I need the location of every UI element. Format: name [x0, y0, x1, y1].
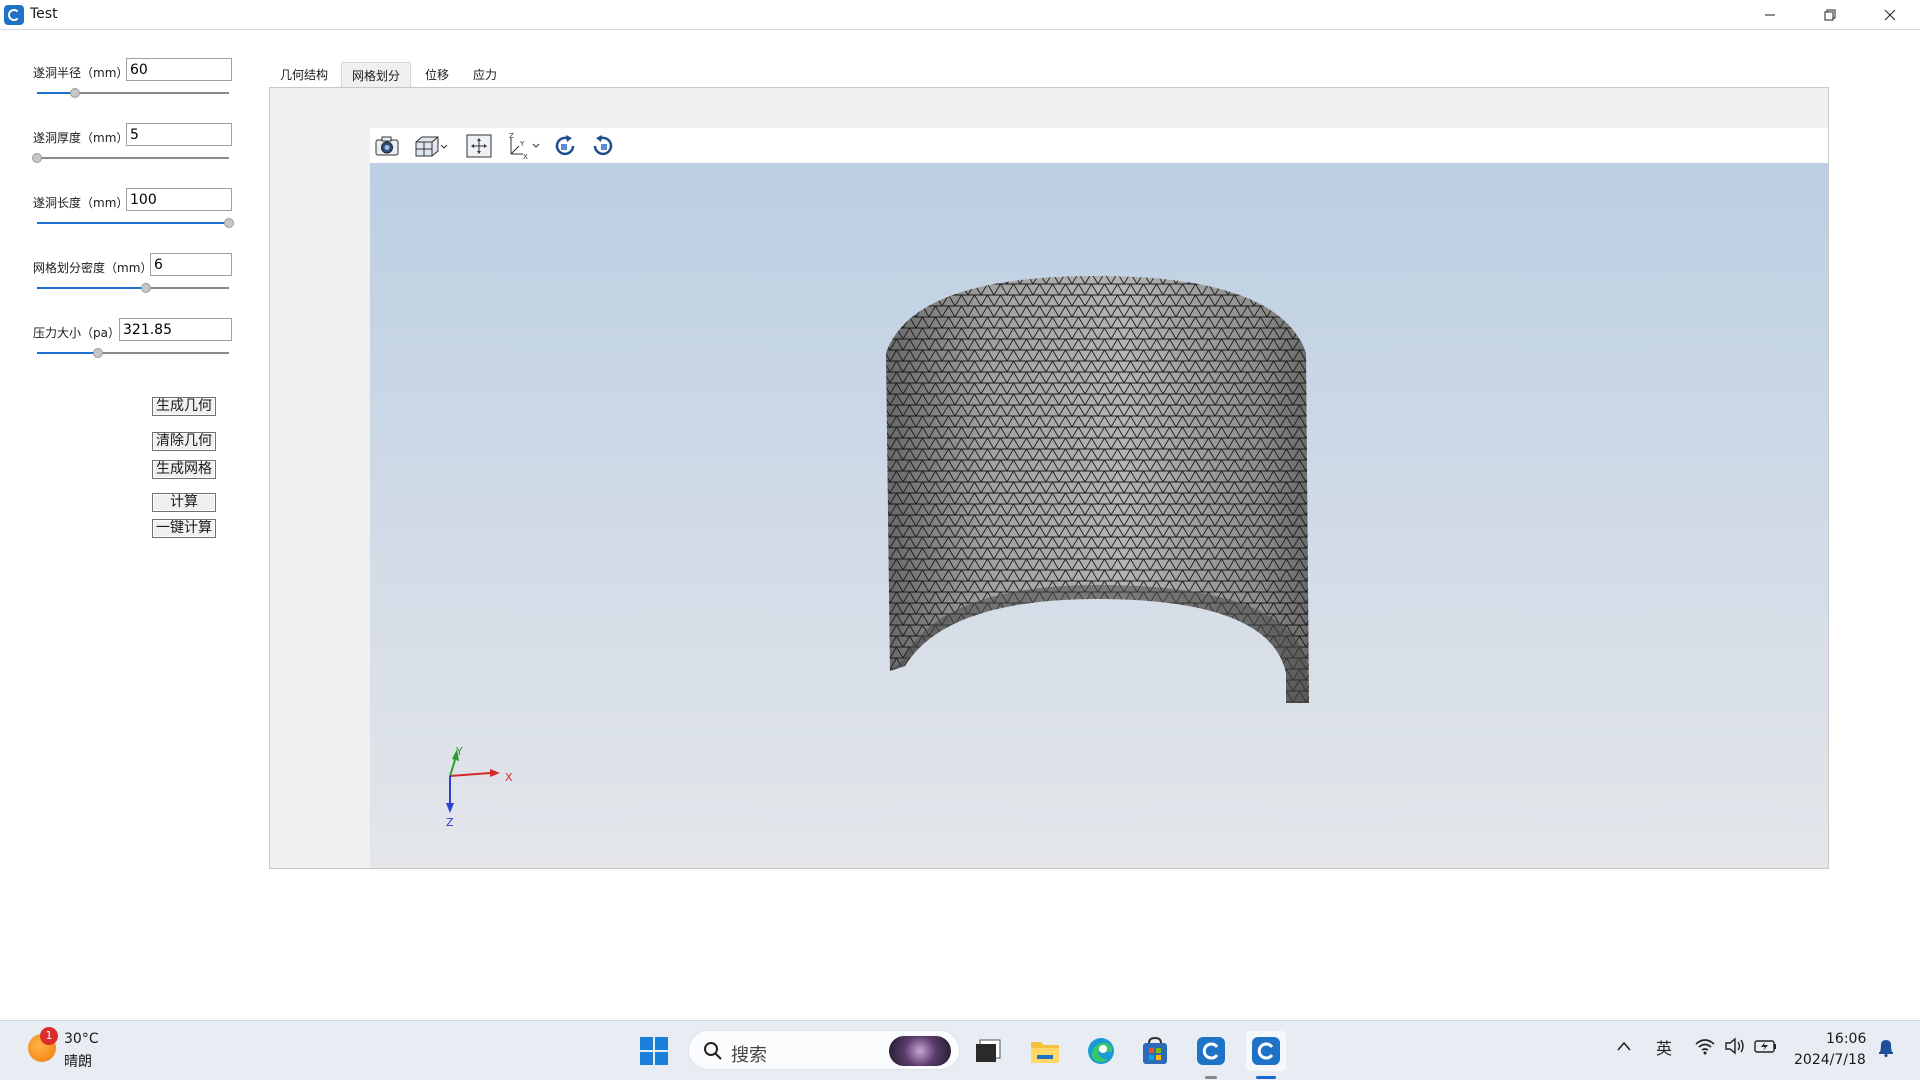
tunnel-mesh [886, 276, 1309, 703]
svg-text:Y: Y [519, 140, 525, 148]
notifications-button[interactable] [1877, 1037, 1895, 1061]
store-icon [1143, 1036, 1167, 1064]
generate-mesh-button[interactable]: 生成网格 [152, 460, 216, 479]
weather-temperature[interactable]: 30°C [64, 1031, 99, 1047]
pressure-input[interactable] [119, 318, 232, 341]
tab-mesh[interactable]: 网格划分 [341, 62, 412, 88]
pressure-slider[interactable] [37, 348, 229, 358]
view-cube-icon[interactable] [410, 133, 450, 159]
tab-displacement[interactable]: 位移 [415, 62, 459, 88]
close-button[interactable] [1860, 0, 1920, 30]
test-app-icon [1252, 1037, 1280, 1065]
orientation-axes [446, 749, 500, 813]
mesh-density-slider-fill [37, 287, 147, 289]
svg-text:X: X [523, 153, 528, 160]
radius-input[interactable] [126, 58, 232, 81]
radius-slider[interactable] [37, 88, 229, 98]
running-indicator [1205, 1076, 1217, 1079]
volume-icon [1725, 1037, 1744, 1055]
active-indicator [1256, 1076, 1276, 1079]
minimize-button[interactable] [1740, 0, 1800, 30]
thickness-slider-thumb[interactable] [32, 153, 42, 163]
axis-z-label: Z [446, 816, 454, 829]
thickness-label: 遂洞厚度（mm） [33, 131, 129, 145]
mesh-density-slider[interactable] [37, 283, 229, 293]
pressure-slider-thumb[interactable] [93, 348, 104, 358]
length-slider-fill [37, 222, 229, 224]
one-click-compute-button[interactable]: 一键计算 [152, 519, 216, 538]
fit-all-icon[interactable] [465, 133, 493, 159]
rotate-ccw-icon[interactable] [589, 133, 617, 159]
edge-browser-button[interactable] [1081, 1031, 1121, 1071]
taskbar-app-test-1[interactable] [1191, 1031, 1231, 1079]
minimize-icon [1765, 14, 1775, 16]
rotate-cw-icon[interactable] [551, 133, 579, 159]
file-explorer-button[interactable] [1025, 1031, 1065, 1071]
length-input[interactable] [126, 188, 232, 211]
restore-icon [1824, 9, 1836, 21]
thickness-slider[interactable] [32, 153, 229, 163]
axis-x-label: X [505, 771, 513, 784]
search-highlight-image [889, 1036, 951, 1066]
clock-time[interactable]: 16:06 [1826, 1031, 1866, 1047]
search-icon [704, 1042, 722, 1060]
wifi-icon [1695, 1039, 1715, 1055]
input-method-indicator[interactable]: 英 [1656, 1035, 1672, 1059]
task-view-icon [976, 1039, 1001, 1062]
app-icon [4, 5, 24, 25]
chevron-up-icon [1617, 1041, 1631, 1051]
volume-button[interactable] [1724, 1037, 1746, 1059]
wifi-button[interactable] [1694, 1037, 1716, 1059]
camera-icon[interactable] [373, 133, 401, 159]
weather-badge: 1 [40, 1027, 58, 1045]
generate-geometry-button[interactable]: 生成几何 [152, 397, 216, 416]
mesh-viewport[interactable]: X Y Z [370, 163, 1828, 868]
length-slider-thumb[interactable] [224, 218, 234, 228]
folder-icon [1031, 1042, 1059, 1063]
taskbar-app-test-2[interactable] [1246, 1031, 1286, 1079]
mesh-density-label: 网格划分密度（mm） [33, 261, 153, 275]
radius-label: 遂洞半径（mm） [33, 66, 129, 80]
title-bar: Test [0, 0, 1920, 30]
restore-button[interactable] [1800, 0, 1860, 30]
edge-icon [1088, 1038, 1114, 1064]
radius-slider-thumb[interactable] [70, 88, 81, 98]
length-slider[interactable] [37, 218, 234, 228]
viewer-toolbar: ZYX [370, 128, 1828, 163]
show-hidden-icons-button[interactable] [1617, 1037, 1631, 1056]
pressure-slider-fill [37, 352, 99, 354]
taskbar: 1 30°C 晴朗 搜索 英 16:06 2024/7/18 [0, 1020, 1920, 1080]
pressure-label: 压力大小（pa） [33, 326, 120, 340]
store-button[interactable] [1135, 1031, 1175, 1071]
clock-date[interactable]: 2024/7/18 [1794, 1052, 1866, 1068]
clear-geometry-button[interactable]: 清除几何 [152, 432, 216, 451]
battery-charging-icon [1754, 1040, 1776, 1053]
length-label: 遂洞长度（mm） [33, 196, 129, 210]
bell-icon [1879, 1040, 1893, 1058]
task-view-button[interactable] [968, 1031, 1008, 1071]
start-button[interactable] [634, 1031, 674, 1071]
mesh-density-input[interactable] [150, 253, 232, 276]
mesh-density-slider-thumb[interactable] [141, 283, 152, 293]
tab-stress[interactable]: 应力 [463, 62, 507, 88]
windows-icon [640, 1037, 668, 1065]
weather-description[interactable]: 晴朗 [64, 1051, 92, 1071]
battery-button[interactable] [1754, 1037, 1778, 1059]
axes-icon[interactable]: ZYX [502, 132, 542, 160]
close-icon [1884, 9, 1896, 21]
taskbar-search[interactable]: 搜索 [688, 1030, 960, 1070]
search-placeholder: 搜索 [731, 1045, 767, 1066]
svg-text:Z: Z [509, 132, 514, 140]
window-title: Test [30, 6, 58, 22]
compute-button[interactable]: 计算 [152, 493, 216, 512]
tab-geometry[interactable]: 几何结构 [270, 62, 338, 88]
thickness-input[interactable] [126, 123, 232, 146]
axis-y-label: Y [456, 745, 463, 758]
test-app-icon [1197, 1037, 1225, 1065]
mesh-canvas [446, 276, 1309, 813]
